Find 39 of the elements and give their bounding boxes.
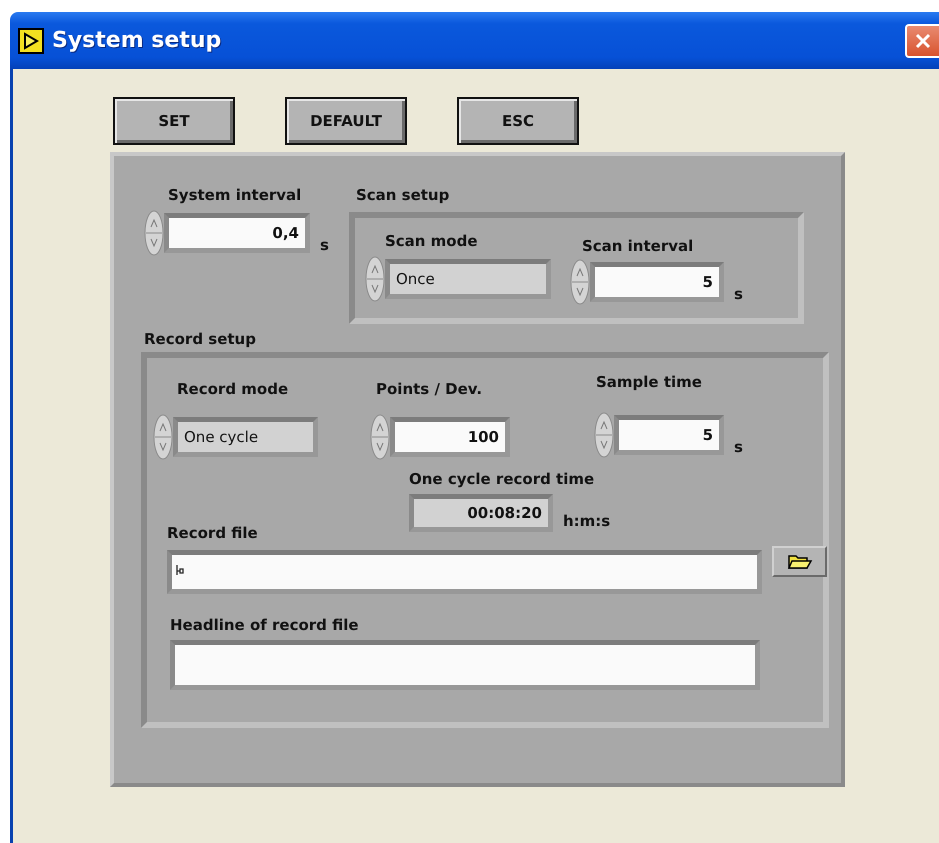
close-icon <box>914 32 932 50</box>
number-field[interactable]: 5 <box>590 262 724 302</box>
dropdown-field[interactable]: One cycle <box>173 417 318 457</box>
unit-label: h:m:s <box>563 512 610 530</box>
field-label: Scan interval <box>582 237 694 255</box>
field-label: System interval <box>168 186 302 204</box>
number-field[interactable]: 100 <box>390 417 510 457</box>
command-button[interactable]: DEFAULT <box>285 97 407 145</box>
spin-buttons[interactable] <box>364 256 385 302</box>
dropdown-field[interactable]: Once <box>384 259 551 299</box>
field-label: Points / Dev. <box>376 380 482 398</box>
group-title: Record setup <box>144 330 257 348</box>
unit-label: s <box>734 285 743 303</box>
field-label: One cycle record time <box>409 470 594 488</box>
group-title: Scan setup <box>356 186 450 204</box>
readout-field: 00:08:20 <box>409 494 553 532</box>
close-button[interactable] <box>905 24 939 58</box>
spin-buttons[interactable] <box>370 414 390 460</box>
field-label: Scan mode <box>384 232 478 250</box>
spin-buttons[interactable] <box>144 210 164 256</box>
number-field[interactable]: 0,4 <box>164 213 310 253</box>
spin-buttons[interactable] <box>153 414 173 460</box>
folder-icon <box>786 552 812 570</box>
window-title: System setup <box>52 28 222 53</box>
field-label: Record mode <box>177 380 288 398</box>
spin-buttons[interactable] <box>594 412 614 458</box>
number-field[interactable]: 5 <box>614 415 724 455</box>
spin-buttons[interactable] <box>570 259 590 305</box>
unit-label: s <box>734 438 743 456</box>
field-label: Record file <box>167 524 258 542</box>
field-label: Sample time <box>596 373 702 391</box>
unit-label: s <box>320 236 329 254</box>
command-button[interactable]: SET <box>113 97 235 145</box>
path-field[interactable] <box>167 550 762 594</box>
app-icon <box>18 28 44 54</box>
field-label: Headline of record file <box>170 616 359 634</box>
text-field[interactable] <box>170 640 760 690</box>
browse-button[interactable] <box>772 546 827 577</box>
command-button[interactable]: ESC <box>457 97 579 145</box>
